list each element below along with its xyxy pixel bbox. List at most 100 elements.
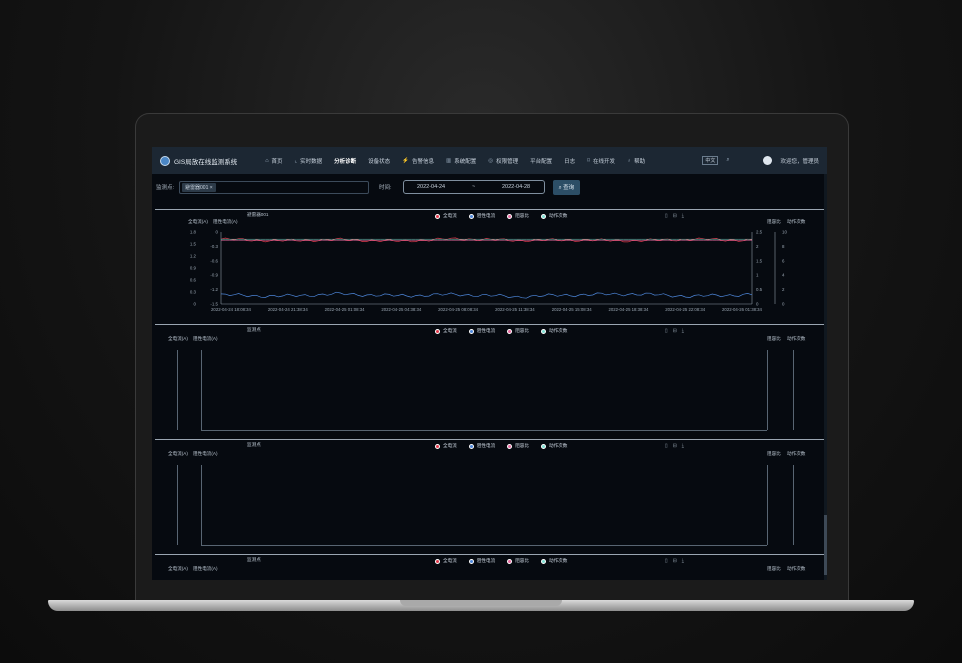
legend-item[interactable]: 阻性电流 [468,443,495,449]
data-view-icon[interactable]: ▯ [665,558,668,564]
nav-item-0[interactable]: ⌂ 首页 [265,157,282,165]
date-range-picker[interactable]: 2022-04-24 ~ 2022-04-28 [402,180,545,194]
legend-item[interactable]: 阻性电流 [468,558,496,564]
zoom-icon[interactable]: ⊟ [673,328,677,334]
y-tick-right: 2 [756,244,759,249]
nav-item-8[interactable]: 日志 [564,157,575,165]
legend-item[interactable]: 阻性电流 [468,328,496,334]
legend-dot-icon [507,328,513,334]
y-tick-right2: 2 [782,287,785,292]
scroll-thumb[interactable] [824,515,827,575]
y-tick-right2: 4 [782,273,785,278]
monitor-select[interactable]: 避雷器001 × [179,180,370,194]
legend-item[interactable]: 阻容比 [507,443,529,449]
legend-item[interactable]: 全电流 [435,558,457,564]
time-label: 时间: [379,185,392,191]
series-line [220,237,753,243]
language-select[interactable]: 中文 [702,156,719,165]
y-tick-right: 0.5 [756,287,763,292]
empty-axis-left2 [201,465,202,545]
welcome-text: 欢迎您，管理员 [780,158,819,165]
empty-axis-right2 [793,465,794,545]
y-tick-right: 1.5 [756,258,763,263]
legend-label: 动作次数 [548,443,568,448]
date-end[interactable]: 2022-04-28 [502,184,530,190]
legend-dot-icon [468,328,474,334]
y-tick-right2: 6 [782,258,785,263]
query-button[interactable]: ⌕ 查询 [552,179,581,195]
axis-name-left1: 全电流(A) [168,566,188,571]
y-tick-right: 2.5 [756,230,763,235]
x-tick-label: 2022-04-26 01:38:34 [722,307,763,312]
download-icon[interactable]: ⤓ [682,443,684,449]
nav-item-2[interactable]: 分析诊断 [334,157,356,165]
legend-label: 全电流 [443,443,457,448]
chart-panel: 监测点 全电流 阻性电流 阻容比 动作次数 ▯ ⊟ ⤓ 全电流(A) 阻性电流(A) 阻容比 动作次数 [155,439,824,553]
legend-dot-icon [435,443,440,449]
nav-label: 帮助 [634,158,646,165]
legend-label: 阻性电流 [476,558,496,563]
legend-item[interactable]: 全电流 [435,328,457,334]
nav-label: 在线开发 [592,158,615,165]
legend-item[interactable]: 动作次数 [540,443,568,449]
nav-item-3[interactable]: 设备状态 [368,157,390,165]
search-icon[interactable]: ⌕ [726,157,729,164]
legend-item[interactable]: 阻容比 [507,558,529,564]
chart-panel: 监测点 全电流 阻性电流 阻容比 动作次数 ▯ ⊟ ⤓ 全电流(A) 阻性电流(A) 阻容比 动作次数 [155,554,824,580]
legend-dot-icon [540,558,546,564]
legend-item[interactable]: 动作次数 [540,558,567,564]
data-view-icon[interactable]: ▯ [665,328,668,334]
legend-label: 阻性电流 [476,328,496,333]
nav-label: 告警信息 [412,158,435,165]
nav-item-9[interactable]: ⌑ 在线开发 [587,157,615,165]
chart-toolbar: ▯ ⊟ ⤓ [665,328,684,334]
avatar[interactable] [763,156,773,165]
empty-axis-x [201,430,767,431]
y-tick-right2: 8 [782,244,785,249]
legend-dot-icon [468,558,474,564]
nav-item-5[interactable]: ▥ 系统配置 [446,157,476,165]
y-tick-right: 0 [756,302,759,307]
y-tick-left: 0.6 [190,278,197,283]
y-tick-left2: -1.5 [210,302,218,307]
data-view-icon[interactable]: ▯ [665,443,668,449]
y-tick-right2: 10 [782,230,787,235]
zoom-icon[interactable]: ⊟ [673,558,677,564]
empty-axis-right2 [793,350,794,430]
axis-name-right2: 动作次数 [787,451,806,456]
nav-item-10[interactable]: ♁ 帮助 [627,157,645,165]
legend-dot-icon [435,558,440,564]
nav-item-4[interactable]: ⚡ 告警信息 [402,157,434,165]
monitor-tag[interactable]: 避雷器001 × [182,182,216,192]
app-screen: GIS局放在线监测系统 ⌂ 首页 ⌞ 实时数据 分析诊断 设备状态 ⚡ 告警信息 ▥ 系统配置 ◎ 权… [152,147,827,580]
nav-label: 设备状态 [368,158,391,165]
axis-name-right1: 阻容比 [767,566,781,571]
zoom-icon[interactable]: ⊟ [673,443,677,449]
axis-name-right1: 阻容比 [767,336,781,341]
axis-name-right2: 动作次数 [787,336,806,341]
y-tick-left: 1.8 [190,230,197,235]
monitor-label: 监测点: [156,185,175,191]
chart-toolbar: ▯ ⊟ ⤓ [665,558,684,564]
date-start[interactable]: 2022-04-24 [417,184,445,190]
axis-name-left2: 阻性电流(A) [193,336,218,341]
x-tick-label: 2022-04-25 15:08:34 [552,307,593,312]
legend-label: 全电流 [443,558,457,563]
download-icon[interactable]: ⤓ [682,558,684,564]
legend-item[interactable]: 动作次数 [540,328,567,334]
axis-name-left1: 全电流(A) [168,336,188,341]
nav-item-7[interactable]: 平台配置 [530,157,552,165]
y-tick-left: 0.3 [190,290,197,295]
home-icon: ⌂ [265,157,269,164]
panel-title: 监测点 [247,327,261,332]
empty-axis-left2 [201,350,202,430]
nav-item-6[interactable]: ◎ 权限管理 [488,157,518,165]
download-icon[interactable]: ⤓ [682,328,684,334]
nav-item-1[interactable]: ⌞ 实时数据 [295,157,323,165]
x-tick-label: 2022-04-25 11:38:34 [495,307,535,312]
legend-item[interactable]: 阻容比 [507,328,529,334]
empty-axis-right [767,350,768,430]
y-tick-left2: -0.9 [210,273,218,278]
legend-item[interactable]: 全电流 [435,443,457,449]
legend-dot-icon [540,328,546,334]
